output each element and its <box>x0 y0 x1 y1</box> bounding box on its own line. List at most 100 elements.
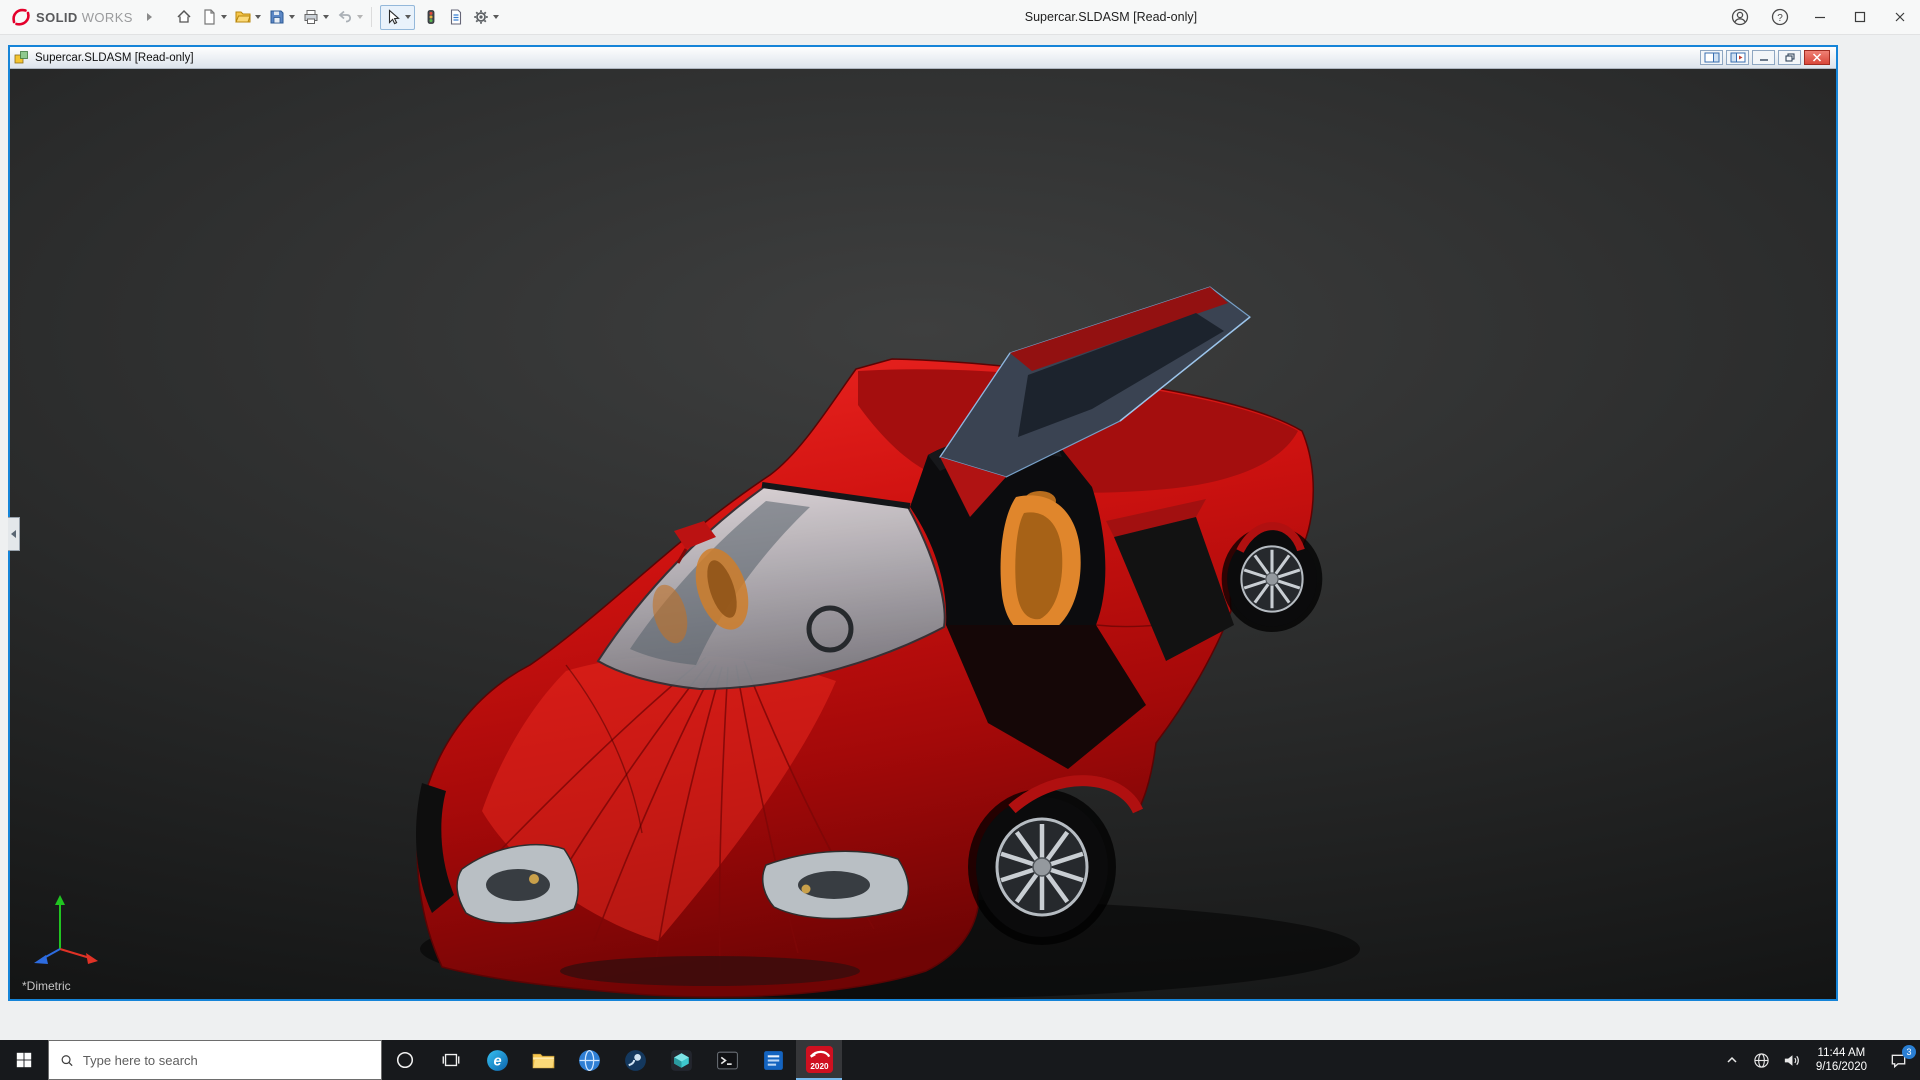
volume-icon <box>1782 1051 1801 1070</box>
document-window: Supercar.SLDASM [Read-only] <box>8 45 1838 1001</box>
blue-document-app-button[interactable] <box>750 1040 796 1080</box>
solidworks-app-button[interactable]: 2020 <box>796 1040 842 1080</box>
taskbar-search[interactable] <box>48 1040 382 1080</box>
feature-pane-button[interactable] <box>1726 50 1749 65</box>
graphics-area[interactable]: *Dimetric <box>10 69 1836 999</box>
assembly-document-icon <box>14 50 29 65</box>
rebuild-traffic-light-icon <box>422 8 440 26</box>
taskbar-clock[interactable]: 11:44 AM 9/16/2020 <box>1807 1040 1876 1080</box>
dropdown-arrow-icon[interactable] <box>323 15 329 19</box>
dark-circle-app-button[interactable] <box>612 1040 658 1080</box>
cortana-button[interactable] <box>382 1040 428 1080</box>
cad-viewer-button[interactable] <box>658 1040 704 1080</box>
blue-document-app-icon <box>761 1048 786 1073</box>
account-icon <box>1730 7 1750 27</box>
home-icon <box>175 8 193 26</box>
options-button[interactable] <box>469 4 502 30</box>
volume-button[interactable] <box>1777 1040 1807 1080</box>
document-titlebar[interactable]: Supercar.SLDASM [Read-only] <box>10 47 1836 69</box>
display-pane-icon <box>1704 52 1720 63</box>
new-document-button[interactable] <box>197 4 230 30</box>
print-icon <box>302 8 320 26</box>
solidworks-icon: 2020 <box>805 1045 834 1074</box>
action-center-button[interactable]: 3 <box>1876 1040 1920 1080</box>
clock-date: 9/16/2020 <box>1816 1060 1867 1074</box>
orientation-triad[interactable] <box>26 887 106 967</box>
quick-access-toolbar <box>172 0 502 34</box>
document-window-controls <box>1700 50 1832 65</box>
close-button[interactable] <box>1880 0 1920 34</box>
document-close-button[interactable] <box>1804 50 1830 65</box>
display-pane-button[interactable] <box>1700 50 1723 65</box>
restore-icon <box>1785 53 1795 62</box>
file-explorer-button[interactable] <box>520 1040 566 1080</box>
front-wheel[interactable] <box>968 789 1116 945</box>
screen: SOLIDWORKS <box>0 0 1920 1080</box>
select-tool[interactable] <box>380 5 415 30</box>
save-button[interactable] <box>265 4 298 30</box>
dropdown-arrow-icon[interactable] <box>221 15 227 19</box>
clock-time: 11:44 AM <box>1818 1046 1866 1060</box>
notification-badge: 3 <box>1902 1045 1916 1059</box>
rebuild-button[interactable] <box>419 4 443 30</box>
maximize-icon <box>1854 11 1866 23</box>
minimize-icon <box>1814 11 1826 23</box>
network-button[interactable] <box>1747 1040 1777 1080</box>
print-button[interactable] <box>299 4 332 30</box>
document-minimize-button[interactable] <box>1752 50 1775 65</box>
svg-text:?: ? <box>1777 13 1783 24</box>
tray-overflow-button[interactable] <box>1717 1040 1747 1080</box>
undo-icon <box>336 8 354 26</box>
open-button[interactable] <box>231 4 264 30</box>
chevron-up-icon <box>1724 1052 1740 1068</box>
solidworks-brand: SOLIDWORKS <box>0 6 152 28</box>
dropdown-arrow-icon[interactable] <box>289 15 295 19</box>
brand-expand-icon[interactable] <box>147 13 152 21</box>
dropdown-arrow-icon[interactable] <box>493 15 499 19</box>
terminal-button[interactable] <box>704 1040 750 1080</box>
svg-text:2020: 2020 <box>810 1062 829 1071</box>
search-input[interactable] <box>83 1053 370 1068</box>
front-intake[interactable] <box>560 956 860 986</box>
edge-browser-button[interactable]: e <box>474 1040 520 1080</box>
undo-button[interactable] <box>333 4 366 30</box>
cortana-icon <box>395 1050 415 1070</box>
start-button[interactable] <box>0 1040 48 1080</box>
feature-pane-icon <box>1730 52 1746 63</box>
view-orientation-label: *Dimetric <box>22 979 71 993</box>
app-window-controls: ? <box>1720 0 1920 34</box>
cad-viewer-cube-icon <box>669 1048 694 1073</box>
y-axis-arrow <box>55 895 65 905</box>
network-globe-icon <box>1753 1052 1770 1069</box>
help-icon: ? <box>1770 7 1790 27</box>
file-properties-button[interactable] <box>444 4 468 30</box>
dropdown-arrow-icon[interactable] <box>405 15 411 19</box>
account-button[interactable] <box>1720 0 1760 34</box>
dropdown-arrow-icon <box>357 15 363 19</box>
globe-browser-icon <box>577 1048 602 1073</box>
select-cursor-icon <box>384 8 402 26</box>
system-tray: 11:44 AM 9/16/2020 3 <box>1717 1040 1920 1080</box>
save-floppy-icon <box>268 8 286 26</box>
panel-collapse-tab[interactable] <box>8 517 20 551</box>
home-button[interactable] <box>172 4 196 30</box>
document-title: Supercar.SLDASM [Read-only] <box>35 52 1700 64</box>
rear-wheel[interactable] <box>1222 526 1323 632</box>
svg-text:e: e <box>493 1053 501 1069</box>
windows-logo-icon <box>15 1051 33 1069</box>
minimize-icon <box>1759 53 1769 62</box>
supercar-3d-viewport[interactable] <box>10 69 1836 999</box>
minimize-button[interactable] <box>1800 0 1840 34</box>
new-document-icon <box>200 8 218 26</box>
dark-circle-app-icon <box>623 1048 648 1073</box>
dropdown-arrow-icon[interactable] <box>255 15 261 19</box>
file-properties-icon <box>447 8 465 26</box>
browser-button[interactable] <box>566 1040 612 1080</box>
maximize-button[interactable] <box>1840 0 1880 34</box>
x-axis-arrow <box>86 953 98 964</box>
windows-taskbar: e 2020 <box>0 1040 1920 1080</box>
help-button[interactable]: ? <box>1760 0 1800 34</box>
brand-text-light: WORKS <box>82 10 133 25</box>
task-view-button[interactable] <box>428 1040 474 1080</box>
document-restore-button[interactable] <box>1778 50 1801 65</box>
